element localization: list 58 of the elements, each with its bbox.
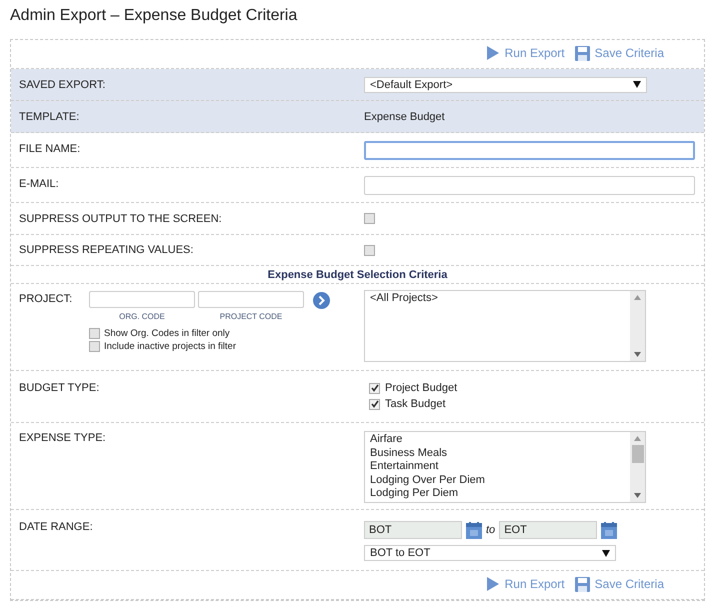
caret-icon <box>633 81 641 88</box>
date-preset-dropdown[interactable]: BOT to EOT <box>364 545 616 561</box>
field-label: FILE NAME: <box>18 142 82 155</box>
field-label: SAVED EXPORT: <box>18 78 106 90</box>
list-option[interactable]: <All Projects> <box>370 292 625 306</box>
checkbox-label: Project Budget <box>385 382 458 394</box>
list-box[interactable]: <All Projects> <box>364 290 646 362</box>
calendar-icon[interactable] <box>466 522 482 538</box>
end-date-field[interactable]: EOT <box>499 521 598 539</box>
page-title: Admin Export – Expense Budget Criteria <box>10 6 298 26</box>
checkbox[interactable] <box>364 244 375 256</box>
list-option[interactable]: Airfare <box>370 433 625 447</box>
checkbox-label: Task Budget <box>385 398 446 410</box>
play-icon <box>486 576 500 592</box>
field-label: SUPPRESS OUTPUT TO THE SCREEN: <box>18 212 223 224</box>
list-option[interactable]: Lodging Per Diem <box>370 487 625 501</box>
saved-export-dropdown[interactable]: <Default Export> <box>364 76 647 92</box>
checkbox[interactable] <box>369 382 380 394</box>
play-icon <box>486 45 500 61</box>
scrollbar[interactable] <box>630 432 645 502</box>
scrollbar[interactable] <box>630 291 645 361</box>
template-value: Expense Budget <box>364 110 445 122</box>
file-name-field[interactable] <box>364 140 695 160</box>
scroll-down-icon[interactable] <box>634 352 641 357</box>
field-caption: ORG. CODE <box>119 312 165 321</box>
save-icon <box>574 576 590 592</box>
checkbox[interactable] <box>89 328 100 339</box>
list-box[interactable]: Airfare Business Meals Entertainment Lodging Over Per Diem Lodging Per Diem <box>364 431 646 503</box>
project-code-field[interactable] <box>198 291 304 308</box>
start-date-field[interactable]: BOT <box>364 521 462 539</box>
scroll-up-icon[interactable] <box>634 436 641 441</box>
email-field[interactable] <box>364 176 695 194</box>
to-label: to <box>486 524 496 536</box>
caret-icon <box>602 550 610 556</box>
field-label: DATE RANGE: <box>18 520 94 535</box>
field-label: SUPPRESS REPEATING VALUES: <box>18 244 194 256</box>
field-label: E-MAIL: <box>18 177 60 190</box>
checkbox-label: Include inactive projects in filter <box>104 341 236 352</box>
checkbox[interactable] <box>369 398 380 410</box>
scroll-up-icon[interactable] <box>634 295 641 300</box>
field-label: PROJECT: <box>19 292 74 307</box>
list-option[interactable]: Entertainment <box>370 460 625 474</box>
field-label: BUDGET TYPE: <box>18 381 100 396</box>
field-caption: PROJECT CODE <box>220 312 282 321</box>
checkbox-label: Show Org. Codes in filter only <box>104 328 230 339</box>
section-heading: Expense Budget Selection Criteria <box>11 266 704 284</box>
checkbox[interactable] <box>89 341 100 352</box>
scrollbar-thumb[interactable] <box>632 445 644 463</box>
list-option[interactable]: Business Meals <box>370 446 625 460</box>
checkbox[interactable] <box>364 213 375 224</box>
org-code-field[interactable] <box>89 291 195 308</box>
scroll-down-icon[interactable] <box>634 493 641 498</box>
calendar-icon[interactable] <box>601 522 618 538</box>
go-arrow-button[interactable] <box>313 292 330 309</box>
field-label: TEMPLATE: <box>18 110 80 122</box>
save-icon <box>574 46 590 60</box>
list-option[interactable]: Lodging Over Per Diem <box>370 474 625 488</box>
field-label: EXPENSE TYPE: <box>18 431 107 446</box>
